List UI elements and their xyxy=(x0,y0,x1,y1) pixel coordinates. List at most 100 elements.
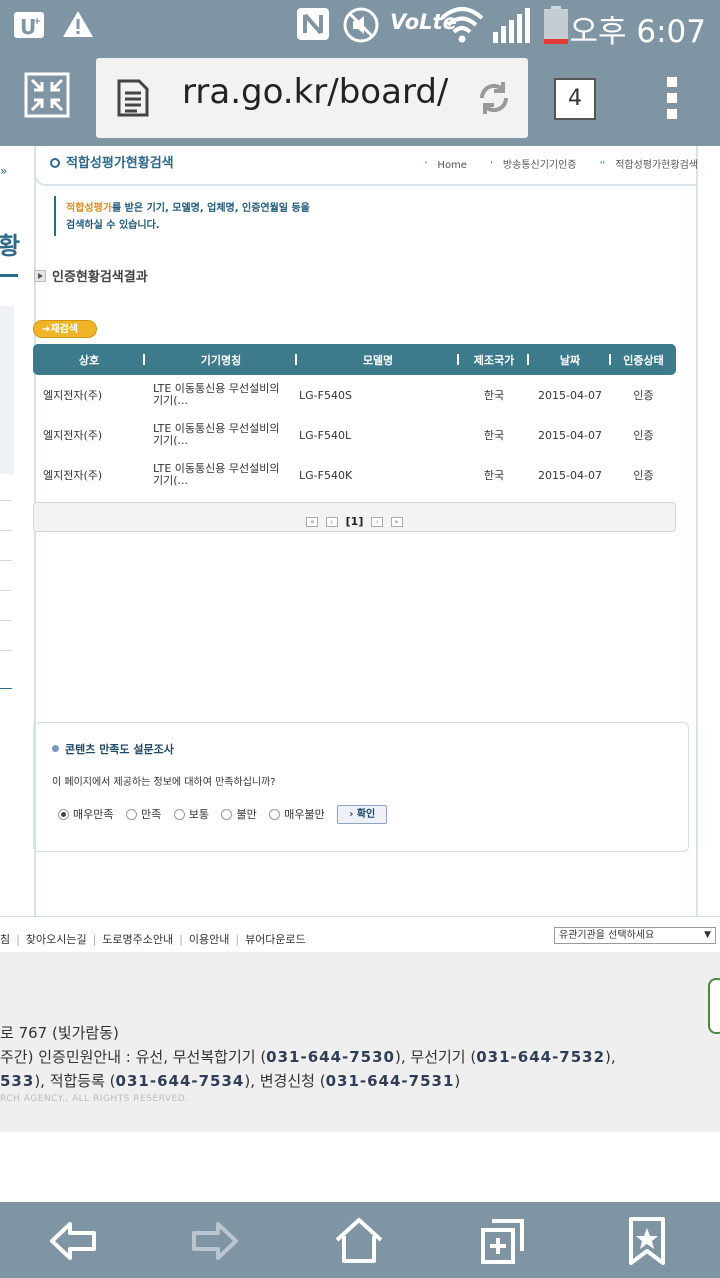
side-heading: 황 xyxy=(0,232,21,260)
cell-date: 2015-04-07 xyxy=(538,388,602,402)
cell-device[interactable]: LTE 이동통신용 무선설비의 기기(... xyxy=(145,415,297,455)
cell-device[interactable]: LTE 이동통신용 무선설비의 기기(... xyxy=(145,375,297,415)
footer-copyright: RCH AGENCY., ALL RIGHTS RESERVED. xyxy=(0,1094,189,1104)
section-arrow-icon xyxy=(34,270,46,282)
page-description: 적합성평가를 받은 기기, 모델명, 업체명, 인증연월일 등을 검색하실 수 … xyxy=(54,196,334,236)
cell-company: 엘지전자(주) xyxy=(43,389,103,402)
col-device: 기기명칭 xyxy=(145,344,297,375)
footer-link-viewer[interactable]: 뷰어다운로드 xyxy=(245,933,306,946)
table-row[interactable]: 엘지전자(주) LTE 이동통신용 무선설비의 기기(... LG-F540K 한… xyxy=(33,455,676,495)
description-line2: 검색하실 수 있습니다. xyxy=(66,220,160,231)
cell-device[interactable]: LTE 이동통신용 무선설비의 기기(... xyxy=(145,455,297,495)
prev-page-icon[interactable]: ‹ xyxy=(325,516,338,527)
status-time: 오후 6:07 xyxy=(569,14,706,50)
survey-question: 이 페이지에서 제공하는 정보에 대하여 만족하십니까? xyxy=(52,777,276,788)
footer-link-directions[interactable]: 찾아오시는길 xyxy=(26,933,87,946)
pagination: « ‹ [1] › » xyxy=(33,502,676,532)
url-text[interactable]: rra.go.kr/board/c xyxy=(182,72,448,112)
side-divider xyxy=(0,590,12,591)
col-model: 모델명 xyxy=(297,344,459,375)
next-page-icon[interactable]: › xyxy=(371,516,384,527)
research-button[interactable]: ➔재검색 xyxy=(33,320,97,338)
tab-count-button[interactable]: 4 xyxy=(554,78,596,120)
option-very-dissatisfied[interactable]: 매우불만 xyxy=(269,806,325,822)
more-icon[interactable] xyxy=(660,74,684,122)
footer-contact-line1: 주간) 인증민원안내 : 유선, 무선복합기기 (031-644-7530), … xyxy=(0,1048,616,1066)
survey-title: 콘텐츠 만족도 설문조사 xyxy=(52,741,174,757)
radio-button[interactable] xyxy=(173,808,185,820)
radio-button[interactable] xyxy=(58,808,69,820)
footer-link[interactable]: 침 xyxy=(0,933,10,946)
breadcrumb-current[interactable]: '' 적합성평가현황검색 xyxy=(590,160,698,171)
home-icon[interactable] xyxy=(334,1216,384,1266)
cell-model: LG-F540K xyxy=(299,468,353,482)
cell-status: 인증 xyxy=(633,429,654,442)
survey-options: 매우만족 만족 보통 불만 매우불만 › 확인 xyxy=(58,805,388,824)
side-divider xyxy=(0,560,12,561)
breadcrumb-cert[interactable]: ' 방송통신기기인증 xyxy=(480,160,576,171)
option-very-satisfied[interactable]: 매우만족 xyxy=(58,806,113,822)
col-company: 상호 xyxy=(33,344,145,375)
first-page-icon[interactable]: « xyxy=(306,516,319,527)
reader-icon[interactable] xyxy=(116,78,150,118)
page-title: 적합성평가현황검색 xyxy=(50,152,174,171)
current-page[interactable]: [1] xyxy=(346,515,364,528)
radio-button[interactable] xyxy=(125,808,137,820)
footer-link-usage[interactable]: 이용안내 xyxy=(189,933,229,946)
side-heading-underline xyxy=(0,274,18,277)
table-row[interactable]: 엘지전자(주) LTE 이동통신용 무선설비의 기기(... LG-F540L 한… xyxy=(33,415,676,455)
result-table: 상호 기기명칭 모델명 제조국가 날짜 인증상태 엘지전자(주) LTE 이동통… xyxy=(33,344,676,495)
cell-company: 엘지전자(주) xyxy=(43,469,103,482)
status-bar: U + VoLte 오후 6:07 xyxy=(0,0,720,50)
signal-icon xyxy=(493,8,530,43)
battery-icon xyxy=(544,6,568,44)
section-title-text: 인증현황검색결과 xyxy=(52,270,148,285)
wifi-icon xyxy=(440,7,484,43)
mute-icon xyxy=(343,7,379,43)
breadcrumb-home[interactable]: ' Home xyxy=(415,160,467,171)
related-org-select[interactable]: 유관기관을 선택하세요 ▼ xyxy=(554,927,716,944)
table-header-row: 상호 기기명칭 모델명 제조국가 날짜 인증상태 xyxy=(33,344,676,375)
last-page-icon[interactable]: » xyxy=(390,516,403,527)
description-line1: 를 받은 기기, 모델명, 업체명, 인증연월일 등을 xyxy=(112,203,310,214)
svg-text:+: + xyxy=(33,16,41,27)
table-row[interactable]: 엘지전자(주) LTE 이동통신용 무선설비의 기기(... LG-F540S 한… xyxy=(33,375,676,415)
radio-button[interactable] xyxy=(269,808,281,820)
collapse-icon[interactable] xyxy=(24,72,70,118)
research-button-label: 재검색 xyxy=(50,324,78,335)
option-neutral[interactable]: 보통 xyxy=(173,806,209,822)
footer-link-road-address[interactable]: 도로명주소안내 xyxy=(102,933,173,946)
back-icon[interactable] xyxy=(48,1216,98,1266)
side-arrow-icon: » xyxy=(0,164,8,178)
left-side-menu: » 황 xyxy=(0,146,20,916)
side-divider xyxy=(0,650,12,651)
survey-bullet-icon xyxy=(52,745,59,752)
footer-links: 침 | 찾아오시는길 | 도로명주소안내 | 이용안내 | 뷰어다운로드 유관기관을 선택하세요… xyxy=(0,916,720,952)
chevron-down-icon: ▼ xyxy=(704,930,711,940)
bookmark-icon[interactable] xyxy=(622,1216,672,1266)
cell-country: 한국 xyxy=(483,429,505,442)
url-bar[interactable]: rra.go.kr/board/c xyxy=(96,58,528,138)
forward-icon[interactable] xyxy=(190,1216,240,1266)
browser-toolbar: rra.go.kr/board/c 4 xyxy=(0,50,720,146)
cell-country: 한국 xyxy=(483,389,505,402)
option-dissatisfied[interactable]: 불만 xyxy=(221,806,257,822)
satisfaction-survey: 콘텐츠 만족도 설문조사 이 페이지에서 제공하는 정보에 대하여 만족하십니까… xyxy=(33,722,689,852)
option-satisfied[interactable]: 만족 xyxy=(125,806,161,822)
agency-emblem xyxy=(708,978,720,1034)
new-tab-icon[interactable] xyxy=(478,1216,528,1266)
radio-button[interactable] xyxy=(221,808,233,820)
footer-link-list: 침 | 찾아오시는길 | 도로명주소안내 | 이용안내 | 뷰어다운로드 xyxy=(0,933,306,946)
cell-status: 인증 xyxy=(633,469,654,482)
cell-country: 한국 xyxy=(483,469,505,482)
web-page: » 황 적합성평가현황검색 ' Home ' 방송통신기기인증 '' 적합성평가현황검… xyxy=(0,146,720,1202)
side-menu-panel xyxy=(0,306,14,474)
cell-model: LG-F540L xyxy=(299,428,352,442)
reload-icon[interactable] xyxy=(476,80,512,116)
side-divider xyxy=(0,620,12,621)
cell-date: 2015-04-07 xyxy=(538,428,602,442)
confirm-button[interactable]: › 확인 xyxy=(337,805,388,824)
footer-contact-line2: 533), 적합등록 (031-644-7534), 변경신청 (031-644… xyxy=(0,1072,461,1090)
col-status: 인증상태 xyxy=(623,353,664,367)
page-title-text: 적합성평가현황검색 xyxy=(66,156,174,171)
